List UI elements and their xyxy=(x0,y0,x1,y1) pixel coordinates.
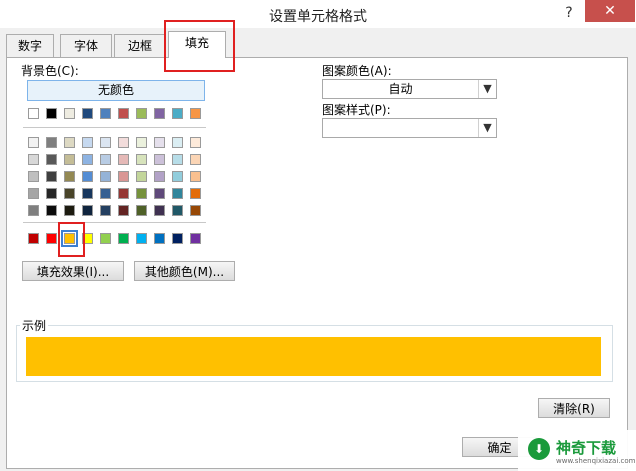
shade-swatch[interactable] xyxy=(190,188,201,199)
theme-swatch[interactable] xyxy=(190,108,201,119)
theme-swatch[interactable] xyxy=(154,108,165,119)
watermark-url: www.shenqixiazai.com xyxy=(556,457,636,465)
shade-swatch[interactable] xyxy=(190,137,201,148)
shade-swatch[interactable] xyxy=(136,188,147,199)
shade-swatch[interactable] xyxy=(154,188,165,199)
shade-swatch[interactable] xyxy=(136,154,147,165)
watermark-text: 神奇下载 xyxy=(556,439,617,457)
standard-swatch[interactable] xyxy=(190,233,201,244)
title-bar: 设置单元格格式 ? ✕ xyxy=(0,0,636,28)
shade-swatch[interactable] xyxy=(82,154,93,165)
pattern-color-dropdown[interactable]: 自动 ▼ xyxy=(322,79,497,99)
shade-swatch[interactable] xyxy=(154,205,165,216)
shade-swatch[interactable] xyxy=(190,205,201,216)
shade-swatch[interactable] xyxy=(28,154,39,165)
shade-swatch[interactable] xyxy=(28,205,39,216)
no-color-button[interactable]: 无颜色 xyxy=(27,80,205,101)
shade-swatch[interactable] xyxy=(28,137,39,148)
theme-swatch[interactable] xyxy=(118,108,129,119)
watermark: ⬇ 神奇下载 www.shenqixiazai.com xyxy=(518,430,636,471)
clear-button[interactable]: 清除(R) xyxy=(538,398,610,418)
shade-swatch[interactable] xyxy=(82,171,93,182)
shade-swatch[interactable] xyxy=(172,137,183,148)
standard-swatch[interactable] xyxy=(172,233,183,244)
question-icon[interactable]: ? xyxy=(558,3,580,23)
shade-swatch[interactable] xyxy=(118,137,129,148)
theme-swatch[interactable] xyxy=(100,108,111,119)
pattern-style-dropdown[interactable]: ▼ xyxy=(322,118,497,138)
pattern-color-value: 自动 xyxy=(388,82,413,96)
shade-swatch[interactable] xyxy=(82,205,93,216)
standard-swatch[interactable] xyxy=(28,233,39,244)
sample-preview xyxy=(26,337,601,376)
theme-swatch[interactable] xyxy=(82,108,93,119)
shade-swatch[interactable] xyxy=(118,205,129,216)
shade-swatch[interactable] xyxy=(190,154,201,165)
tab-font[interactable]: 字体 xyxy=(60,34,112,57)
tab-fill[interactable]: 填充 xyxy=(168,31,226,58)
shade-swatch[interactable] xyxy=(136,171,147,182)
shade-swatch[interactable] xyxy=(100,205,111,216)
shade-swatch[interactable] xyxy=(46,188,57,199)
sample-label: 示例 xyxy=(20,317,49,334)
shade-swatch[interactable] xyxy=(154,171,165,182)
shade-swatch[interactable] xyxy=(172,188,183,199)
close-icon[interactable]: ✕ xyxy=(585,0,635,22)
standard-swatch[interactable] xyxy=(136,233,147,244)
shade-swatch[interactable] xyxy=(28,188,39,199)
chevron-down-icon[interactable]: ▼ xyxy=(478,119,496,137)
shade-swatch[interactable] xyxy=(172,205,183,216)
shade-swatch[interactable] xyxy=(46,137,57,148)
shade-swatch[interactable] xyxy=(28,171,39,182)
shade-swatch[interactable] xyxy=(64,137,75,148)
more-colors-button[interactable]: 其他颜色(M)... xyxy=(134,261,235,281)
shade-swatch[interactable] xyxy=(100,188,111,199)
tab-number[interactable]: 数字 xyxy=(6,34,54,57)
pattern-color-label: 图案颜色(A): xyxy=(322,64,392,78)
shade-swatch[interactable] xyxy=(136,205,147,216)
fill-effects-button[interactable]: 填充效果(I)... xyxy=(22,261,124,281)
background-color-label: 背景色(C): xyxy=(21,64,79,78)
shade-swatch[interactable] xyxy=(82,137,93,148)
shade-swatch[interactable] xyxy=(172,171,183,182)
shade-swatch[interactable] xyxy=(46,205,57,216)
shade-swatch[interactable] xyxy=(154,137,165,148)
pattern-style-label: 图案样式(P): xyxy=(322,103,391,117)
shade-swatch[interactable] xyxy=(118,188,129,199)
shade-swatch[interactable] xyxy=(64,188,75,199)
shade-swatch[interactable] xyxy=(82,188,93,199)
standard-swatch[interactable] xyxy=(46,233,57,244)
shade-swatch[interactable] xyxy=(118,171,129,182)
standard-swatch[interactable] xyxy=(100,233,111,244)
window-title: 设置单元格格式 xyxy=(269,9,367,25)
standard-swatch[interactable] xyxy=(118,233,129,244)
highlight-selected-swatch xyxy=(58,222,85,257)
shade-swatch[interactable] xyxy=(46,154,57,165)
palette-divider xyxy=(23,127,206,128)
theme-swatch[interactable] xyxy=(28,108,39,119)
tab-border[interactable]: 边框 xyxy=(114,34,166,57)
shade-swatch[interactable] xyxy=(190,171,201,182)
theme-swatch[interactable] xyxy=(172,108,183,119)
palette-divider xyxy=(23,222,206,223)
chevron-down-icon[interactable]: ▼ xyxy=(478,80,496,98)
standard-swatch[interactable] xyxy=(154,233,165,244)
theme-swatch[interactable] xyxy=(136,108,147,119)
shade-swatch[interactable] xyxy=(64,154,75,165)
shade-swatch[interactable] xyxy=(172,154,183,165)
shade-swatch[interactable] xyxy=(136,137,147,148)
shade-swatch[interactable] xyxy=(46,171,57,182)
shade-swatch[interactable] xyxy=(118,154,129,165)
shade-swatch[interactable] xyxy=(100,171,111,182)
shade-swatch[interactable] xyxy=(100,154,111,165)
shade-swatch[interactable] xyxy=(64,205,75,216)
theme-swatch[interactable] xyxy=(46,108,57,119)
shade-swatch[interactable] xyxy=(154,154,165,165)
theme-swatch[interactable] xyxy=(64,108,75,119)
download-logo-icon: ⬇ xyxy=(528,438,550,460)
shade-swatch[interactable] xyxy=(100,137,111,148)
shade-swatch[interactable] xyxy=(64,171,75,182)
